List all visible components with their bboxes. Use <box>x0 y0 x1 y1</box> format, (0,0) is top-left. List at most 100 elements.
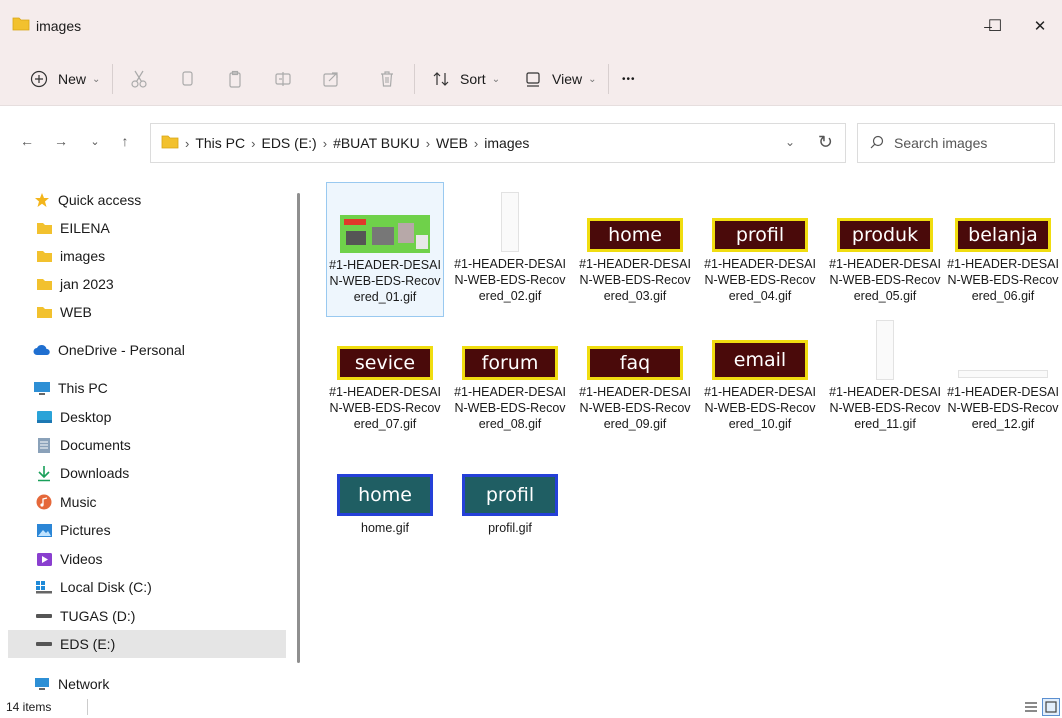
recent-locations-button[interactable]: ⌄ <box>82 128 108 154</box>
sidebar-item-videos[interactable]: Videos <box>8 545 286 573</box>
new-button[interactable]: New ⌄ <box>26 66 100 92</box>
music-icon <box>34 492 54 512</box>
sidebar-item-this-pc[interactable]: This PC <box>8 374 286 402</box>
maximize-icon: ☐ <box>987 18 1003 35</box>
sidebar-item-images[interactable]: images <box>8 242 286 270</box>
file-item[interactable]: sevice #1-HEADER-DESAIN-WEB-EDS-Recovere… <box>326 310 444 445</box>
file-item[interactable]: email #1-HEADER-DESAIN-WEB-EDS-Recovered… <box>701 310 819 445</box>
view-button[interactable]: View ⌄ <box>520 66 596 92</box>
sidebar-scrollbar[interactable] <box>297 193 300 663</box>
file-item[interactable]: #1-HEADER-DESAIN-WEB-EDS-Recovered_12.gi… <box>944 310 1062 445</box>
paste-button[interactable] <box>222 66 248 92</box>
breadcrumb-item[interactable]: This PC <box>195 135 245 151</box>
file-thumbnail: faq <box>577 310 693 384</box>
share-icon <box>318 66 344 92</box>
sidebar-item-documents[interactable]: Documents <box>8 431 286 459</box>
sidebar-item-onedrive[interactable]: OneDrive - Personal <box>8 336 286 364</box>
address-bar[interactable]: › This PC › EDS (E:) › #BUAT BUKU › WEB … <box>150 123 846 163</box>
arrow-right-icon: → <box>54 133 68 149</box>
see-more-button[interactable]: ••• <box>622 66 636 92</box>
chevron-down-icon: ⌄ <box>491 73 501 85</box>
folder-icon <box>34 218 54 238</box>
button-image-thumbnail: sevice <box>337 346 433 380</box>
sidebar-item-music[interactable]: Music <box>8 488 286 516</box>
chevron-down-icon: ⌄ <box>92 73 101 85</box>
paste-icon <box>222 66 248 92</box>
navigation-pane: Quick access EILENA images jan 2023 WEB … <box>0 176 300 696</box>
breadcrumb-item[interactable]: #BUAT BUKU <box>333 135 420 151</box>
file-item[interactable]: produk #1-HEADER-DESAIN-WEB-EDS-Recovere… <box>826 182 944 317</box>
chevron-down-icon: ⌄ <box>588 73 597 85</box>
sidebar-item-label: Documents <box>60 437 131 453</box>
sidebar-item-label: Downloads <box>60 465 130 481</box>
sidebar-item-label: EILENA <box>60 220 110 236</box>
file-item[interactable]: faq #1-HEADER-DESAIN-WEB-EDS-Recovered_0… <box>576 310 694 445</box>
sidebar-item-downloads[interactable]: Downloads <box>8 459 286 487</box>
status-divider <box>87 699 88 715</box>
sidebar-item-desktop[interactable]: Desktop <box>8 403 286 431</box>
sidebar-item-label: images <box>60 248 106 264</box>
up-button[interactable]: ↑ <box>112 128 138 154</box>
file-name: #1-HEADER-DESAIN-WEB-EDS-Recovered_04.gi… <box>704 257 816 303</box>
sidebar-item-web[interactable]: WEB <box>8 298 286 326</box>
cut-button[interactable] <box>126 66 152 92</box>
sidebar-item-jan-2023[interactable]: jan 2023 <box>8 270 286 298</box>
sidebar-item-eds-e[interactable]: EDS (E:) <box>8 630 286 658</box>
button-image-thumbnail: email <box>712 340 808 380</box>
sidebar-item-tugas-d[interactable]: TUGAS (D:) <box>8 602 286 630</box>
forward-button[interactable]: → <box>48 128 74 154</box>
button-image-thumbnail: profil <box>712 218 808 252</box>
file-item[interactable]: profil profil.gif <box>451 446 569 581</box>
back-button[interactable]: ← <box>14 128 40 154</box>
sidebar-item-network[interactable]: Network <box>8 670 286 698</box>
sidebar-item-pictures[interactable]: Pictures <box>8 516 286 544</box>
chevron-right-icon: › <box>185 135 190 151</box>
file-name: #1-HEADER-DESAIN-WEB-EDS-Recovered_08.gi… <box>454 385 566 431</box>
sidebar-item-label: Local Disk (C:) <box>60 579 152 595</box>
breadcrumb-item[interactable]: images <box>484 135 529 151</box>
share-button[interactable] <box>318 66 344 92</box>
view-switcher <box>1022 698 1060 716</box>
file-item[interactable]: home home.gif <box>326 446 444 581</box>
video-icon <box>34 549 54 569</box>
file-name: #1-HEADER-DESAIN-WEB-EDS-Recovered_09.gi… <box>579 385 691 431</box>
maximize-button[interactable]: ☐ <box>975 8 1015 44</box>
file-item[interactable]: home #1-HEADER-DESAIN-WEB-EDS-Recovered_… <box>576 182 694 317</box>
document-icon <box>34 435 54 455</box>
file-thumbnail: home <box>577 182 693 256</box>
sidebar-item-quick-access[interactable]: Quick access <box>8 186 286 214</box>
toolbar-divider <box>112 64 113 94</box>
command-bar: New ⌄ Sort ⌄ View ⌄ ••• <box>0 52 1062 106</box>
large-icons-view-icon[interactable] <box>1042 698 1060 716</box>
file-item[interactable]: #1-HEADER-DESAIN-WEB-EDS-Recovered_02.gi… <box>451 182 569 317</box>
search-box[interactable] <box>857 123 1055 163</box>
address-history-dropdown[interactable]: ⌄ <box>785 135 795 149</box>
sort-button[interactable]: Sort ⌄ <box>428 66 500 92</box>
sidebar-item-label: Music <box>60 494 97 510</box>
chevron-right-icon: › <box>473 135 479 151</box>
rename-button[interactable] <box>270 66 296 92</box>
file-item[interactable]: #1-HEADER-DESAIN-WEB-EDS-Recovered_01.gi… <box>326 182 444 317</box>
file-item[interactable]: forum #1-HEADER-DESAIN-WEB-EDS-Recovered… <box>451 310 569 445</box>
file-item[interactable]: belanja #1-HEADER-DESAIN-WEB-EDS-Recover… <box>944 182 1062 317</box>
blank-image-thumbnail <box>501 192 519 252</box>
refresh-icon[interactable]: ↻ <box>818 132 833 153</box>
details-view-icon[interactable] <box>1022 698 1040 716</box>
folder-icon <box>34 274 54 294</box>
copy-button[interactable] <box>174 66 200 92</box>
sidebar-item-eilena[interactable]: EILENA <box>8 214 286 242</box>
delete-button[interactable] <box>374 66 400 92</box>
file-thumbnail: home <box>327 446 443 520</box>
toolbar-divider-3 <box>608 64 609 94</box>
close-button[interactable]: ✕ <box>1020 8 1060 44</box>
cloud-icon <box>32 340 52 360</box>
sort-icon <box>428 66 454 92</box>
address-row: ← → ⌄ ↑ › This PC › EDS (E:) › #BUAT BUK… <box>0 106 1062 176</box>
sidebar-item-local-disk-c[interactable]: Local Disk (C:) <box>8 573 286 601</box>
file-item[interactable]: profil #1-HEADER-DESAIN-WEB-EDS-Recovere… <box>701 182 819 317</box>
breadcrumb-item[interactable]: WEB <box>436 135 468 151</box>
breadcrumb-item[interactable]: EDS (E:) <box>261 135 316 151</box>
file-item[interactable]: #1-HEADER-DESAIN-WEB-EDS-Recovered_11.gi… <box>826 310 944 445</box>
file-name: #1-HEADER-DESAIN-WEB-EDS-Recovered_05.gi… <box>829 257 941 303</box>
search-input[interactable] <box>894 135 1044 151</box>
